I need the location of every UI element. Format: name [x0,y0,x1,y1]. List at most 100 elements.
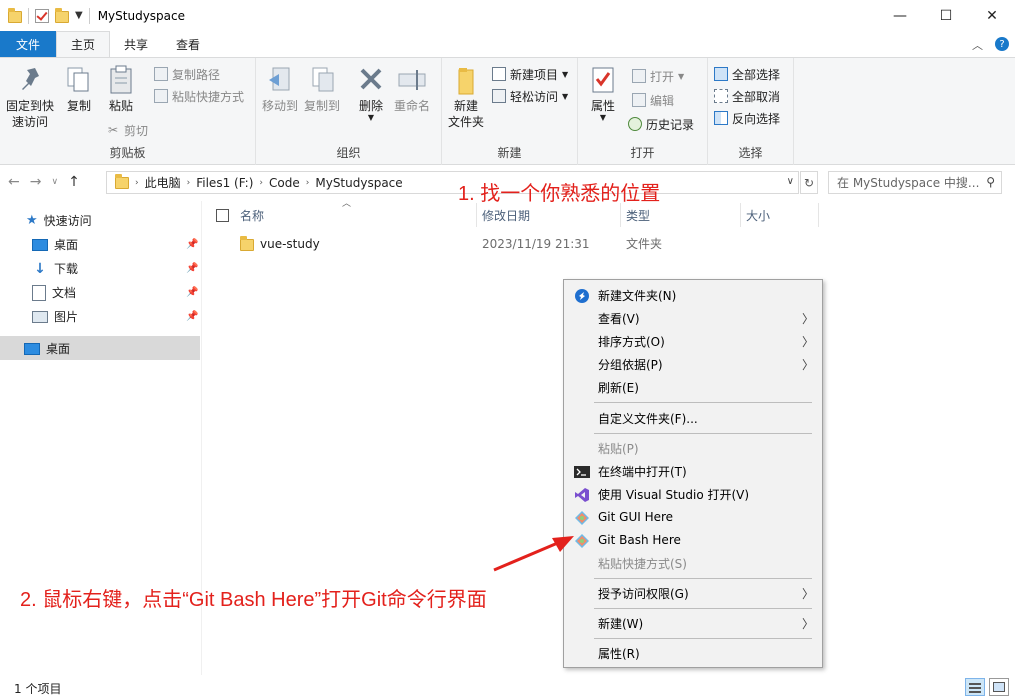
select-all-button[interactable]: 全部选择 [714,64,780,84]
picture-icon [32,310,48,323]
breadcrumb-this-pc[interactable]: 此电脑 [139,174,187,191]
easy-access-label: 轻松访问 [510,89,559,104]
nav-item-desktop-root[interactable]: 桌面 [24,337,70,360]
recent-locations-icon[interactable]: ∨ [51,177,58,187]
menu-item-give-access[interactable]: 授予访问权限(G) 〉 [564,582,822,604]
copy-to-button[interactable]: 复制到 [304,64,340,114]
column-divider[interactable] [740,203,741,227]
details-view-icon[interactable] [965,678,985,696]
minimize-button[interactable]: — [877,0,923,31]
menu-item-sort-by[interactable]: 排序方式(O) 〉 [564,330,822,352]
nav-item-documents[interactable]: 文档 📌 [32,281,202,304]
invert-selection-button[interactable]: 反向选择 [714,108,780,128]
divider [88,7,90,24]
select-none-label: 全部取消 [732,89,781,104]
menu-item-new[interactable]: 新建(W) 〉 [564,612,822,634]
tab-file[interactable]: 文件 [0,31,57,57]
customize-toolbar-icon[interactable]: ▼ [75,10,83,21]
edit-button[interactable]: 编辑 [632,90,674,110]
file-name-cell[interactable]: vue-study [240,232,320,256]
large-icons-view-icon[interactable] [989,678,1009,696]
rename-button[interactable]: 重命名 [394,64,430,114]
item-count: 1 个项目 [14,682,62,696]
menu-item-new-folder[interactable]: 新建文件夹(N) [564,284,822,306]
status-bar: 1 个项目 [0,676,1015,699]
document-icon [32,284,46,301]
back-arrow-icon[interactable]: ← [8,174,20,190]
nav-item-desktop[interactable]: 桌面 📌 [32,233,202,256]
chevron-right-icon: 〉 [801,311,814,326]
breadcrumb-mystudyspace[interactable]: MyStudyspace [309,176,408,190]
menu-item-git-bash[interactable]: Git Bash Here [564,529,822,551]
open-icon [632,69,646,83]
copy-path-button[interactable]: 复制路径 [154,64,220,84]
menu-item-paste[interactable]: 粘贴(P) [564,437,822,459]
nav-item-pictures[interactable]: 图片 📌 [32,305,202,328]
menu-item-open-visual-studio[interactable]: 使用 Visual Studio 打开(V) [564,483,822,505]
paste-button[interactable]: 粘贴 [106,64,136,114]
close-button[interactable]: ✕ [969,0,1015,31]
new-item-button[interactable]: 新建项目 ▼ [492,64,568,84]
tab-share[interactable]: 共享 [110,31,162,57]
new-folder-button[interactable]: 新建 文件夹 [448,64,484,130]
ribbon-tabs: 文件 主页 共享 查看 ︿ ? [0,31,1015,57]
cut-button[interactable]: ✂ 剪切 [106,120,148,140]
history-label: 历史记录 [646,117,695,132]
delete-x-icon [360,68,382,90]
properties-button[interactable]: 属性 ▼ [588,64,618,122]
pin-icon[interactable]: 📌 [186,287,198,298]
history-button[interactable]: 历史记录 [628,114,694,134]
nav-item-downloads[interactable]: ↓ 下载 📌 [32,257,202,280]
pin-icon[interactable]: 📌 [186,311,198,322]
nav-desktop-label: 桌面 [46,342,71,356]
divider [28,7,29,24]
menu-item-refresh[interactable]: 刷新(E) [564,376,822,398]
column-name[interactable]: 名称 [240,201,474,229]
nav-quick-access[interactable]: ★ 快速访问 [26,209,92,232]
breadcrumb-code[interactable]: Code [263,176,306,190]
menu-item-label: 在终端中打开(T) [598,464,687,479]
search-input[interactable]: 在 MyStudyspace 中搜... ⚲ [828,171,1002,194]
column-divider[interactable] [620,203,621,227]
maximize-button[interactable]: ☐ [923,0,969,31]
pin-quick-access-button[interactable]: 固定到快 速访问 [6,64,54,130]
collapse-ribbon-icon[interactable]: ︿ [972,37,983,53]
refresh-icon[interactable]: ↻ [800,171,818,194]
properties-icon[interactable] [35,8,49,23]
move-to-button[interactable]: 移动到 [262,64,298,114]
select-none-button[interactable]: 全部取消 [714,86,780,106]
address-bar[interactable]: › 此电脑 › Files1 (F:) › Code › MyStudyspac… [106,171,799,194]
easy-access-button[interactable]: 轻松访问 ▼ [492,86,568,106]
paste-shortcut-button[interactable]: 粘贴快捷方式 [154,86,244,106]
open-button[interactable]: 打开 ▼ [632,66,684,86]
column-size[interactable]: 大小 [746,201,770,229]
tab-home[interactable]: 主页 [56,31,111,57]
pin-icon[interactable]: 📌 [186,263,198,274]
new-folder-icon[interactable] [55,7,69,23]
folder-icon [115,173,129,189]
column-divider[interactable] [476,203,477,227]
breadcrumb-drive[interactable]: Files1 (F:) [190,176,259,190]
chevron-right-icon: 〉 [801,616,814,631]
nav-item-label: 图片 [54,310,79,324]
menu-item-customize-folder[interactable]: 自定义文件夹(F)... [564,407,822,429]
menu-item-view[interactable]: 查看(V) 〉 [564,307,822,329]
menu-item-open-terminal[interactable]: 在终端中打开(T) [564,460,822,482]
pin-icon[interactable]: 📌 [186,239,198,250]
menu-item-git-gui[interactable]: Git GUI Here [564,506,822,528]
help-icon[interactable]: ? [995,37,1009,51]
chevron-down-icon[interactable]: ∨ [787,176,794,187]
menu-item-properties[interactable]: 属性(R) [564,642,822,664]
select-all-checkbox[interactable] [216,201,229,229]
up-arrow-icon[interactable]: ↑ [68,174,80,190]
copy-button[interactable]: 复制 [64,64,94,114]
star-icon: ★ [26,213,38,228]
folder-icon [8,7,22,23]
delete-button[interactable]: 删除 ▼ [356,64,386,122]
forward-arrow-icon[interactable]: → [30,174,42,190]
menu-item-paste-shortcut[interactable]: 粘贴快捷方式(S) [564,552,822,574]
tab-view[interactable]: 查看 [162,31,214,57]
menu-item-group-by[interactable]: 分组依据(P) 〉 [564,353,822,375]
nav-item-label: 桌面 [54,238,79,252]
column-divider[interactable] [818,203,819,227]
